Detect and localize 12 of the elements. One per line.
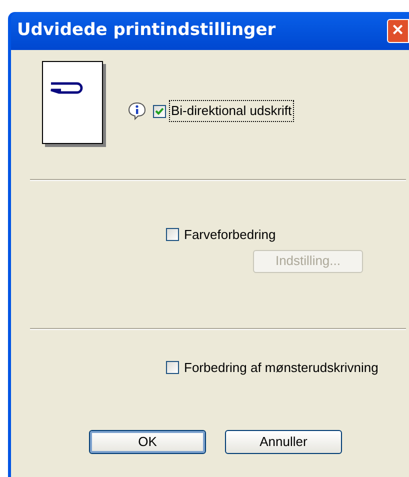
info-icon[interactable]	[127, 101, 147, 121]
window-title: Udvidede printindstillinger	[17, 19, 276, 42]
checkbox-label[interactable]: Forbedring af mønsterudskrivning	[183, 358, 380, 377]
checkbox[interactable]	[166, 360, 179, 374]
check-icon	[155, 106, 164, 116]
dialog-button[interactable]: Annuller	[225, 430, 342, 454]
dialog-button[interactable]: OK	[89, 430, 206, 454]
checkbox-label[interactable]: Bi-direktional udskrift	[170, 101, 293, 121]
close-button[interactable]: ✕	[387, 19, 409, 43]
checkbox[interactable]	[166, 228, 179, 242]
checkbox[interactable]	[153, 104, 166, 118]
checkbox-label[interactable]: Farveforbedring	[183, 225, 277, 244]
